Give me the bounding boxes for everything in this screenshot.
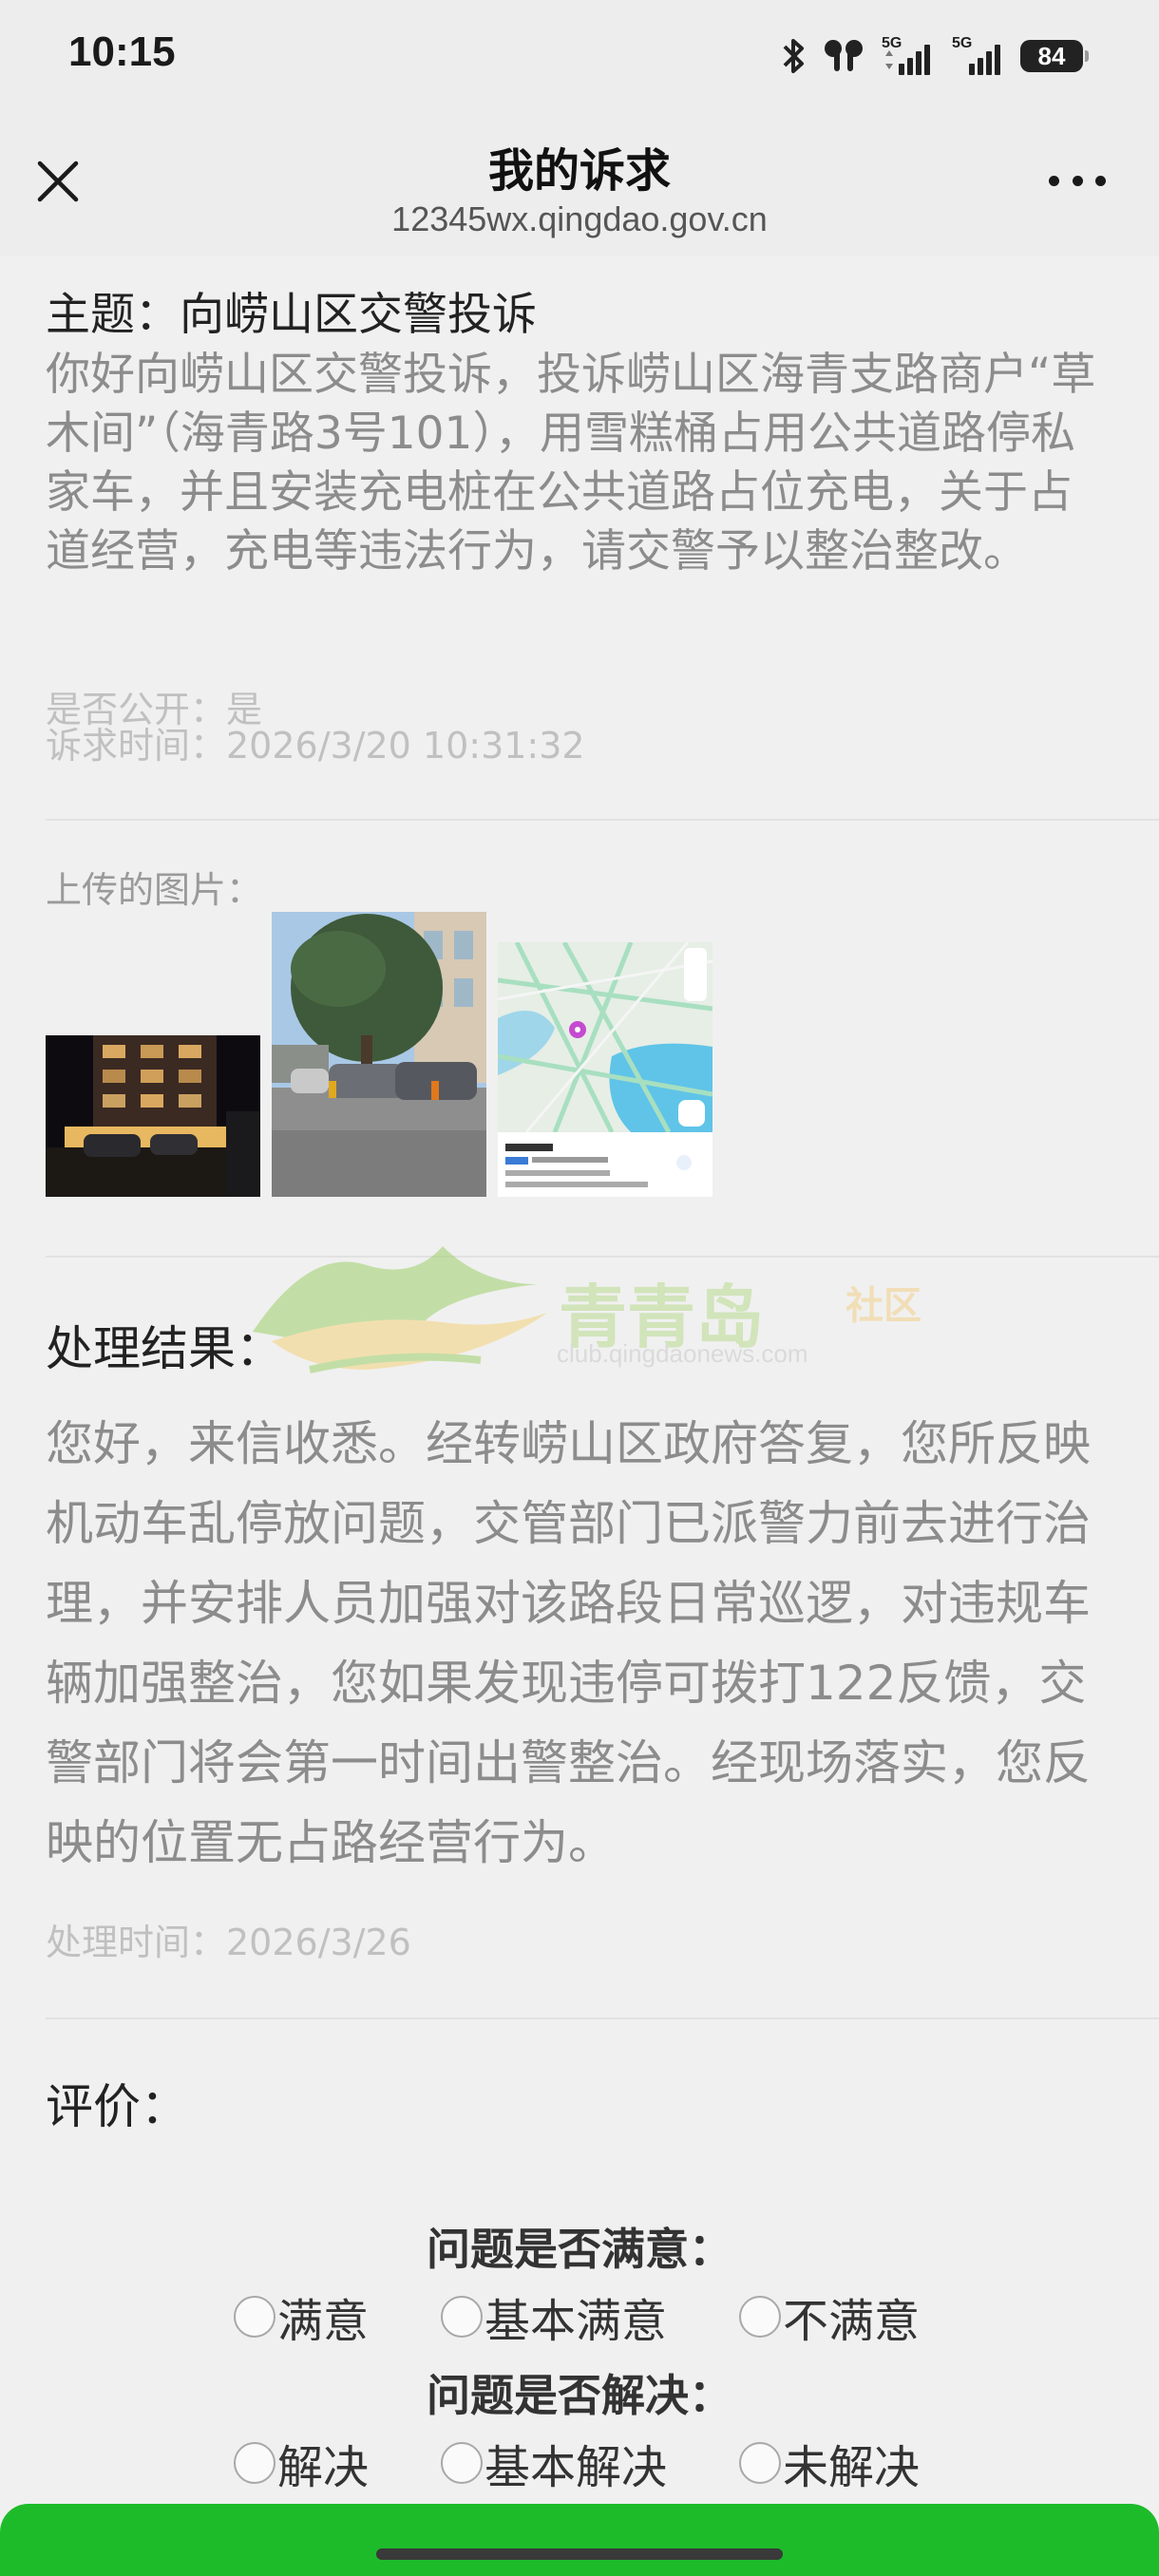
status-time: 10:15 <box>68 28 176 75</box>
watermark-logo: 青青岛 社区 club.qingdaonews.com <box>253 1227 937 1398</box>
complaint-subject: 主题：向崂山区交警投诉 <box>46 289 537 341</box>
radio-circle[interactable] <box>739 2442 781 2484</box>
complaint-body: 你好向崂山区交警投诉，投诉崂山区海青支路商户“草木间”（海青路3号101），用雪… <box>46 349 1096 578</box>
bluetooth-icon <box>781 37 808 75</box>
submit-button[interactable] <box>0 2504 1159 2576</box>
result-time: 处理时间：2026/3/26 <box>46 1922 411 1963</box>
radio-label: 基本满意 <box>484 2295 668 2348</box>
signal-icon: 5G <box>950 35 1005 77</box>
evaluation-title: 评价： <box>46 2079 188 2134</box>
radio-unsatisfied[interactable]: 不满意 <box>739 2283 920 2350</box>
radio-label: 基本解决 <box>484 2441 668 2494</box>
satisfaction-question: 问题是否满意： <box>427 2224 732 2275</box>
home-indicator[interactable] <box>376 2548 783 2560</box>
more-icon[interactable] <box>1049 171 1106 190</box>
radio-circle[interactable] <box>441 2296 483 2338</box>
watermark-url: club.qingdaonews.com <box>557 1339 808 1368</box>
battery-icon: 84 <box>1020 40 1089 72</box>
result-body: 您好，来信收悉。经转崂山区政府答复，您所反映机动车乱停放问题，交管部门已派警力前… <box>46 1416 1091 1870</box>
radio-circle[interactable] <box>739 2296 781 2338</box>
radio-circle[interactable] <box>234 2442 276 2484</box>
signal-icon: 5G <box>880 35 935 77</box>
network-label-2: 5G <box>952 35 972 51</box>
divider <box>46 2017 1159 2019</box>
uploaded-image-2[interactable] <box>272 912 486 1197</box>
page-title: 我的诉求 <box>487 144 671 198</box>
radio-unresolved[interactable]: 未解决 <box>739 2430 920 2496</box>
radio-label: 满意 <box>277 2295 370 2348</box>
page-url: 12345wx.qingdao.gov.cn <box>391 199 768 238</box>
result-title: 处理结果： <box>46 1321 283 1376</box>
radio-label: 未解决 <box>783 2441 921 2494</box>
images-label: 上传的图片： <box>46 869 263 911</box>
radio-basically-satisfied[interactable]: 基本满意 <box>441 2283 667 2350</box>
radio-resolved[interactable]: 解决 <box>234 2430 369 2496</box>
watermark-brand: 青青岛 <box>559 1278 765 1357</box>
uploaded-image-1[interactable] <box>46 1035 260 1197</box>
divider <box>46 1256 1159 1258</box>
radio-circle[interactable] <box>441 2442 483 2484</box>
uploaded-image-3[interactable] <box>498 942 712 1197</box>
radio-label: 不满意 <box>783 2295 921 2348</box>
network-label-1: 5G <box>882 35 902 51</box>
watermark-sub: 社区 <box>846 1284 922 1328</box>
earbuds-icon <box>823 37 864 75</box>
complaint-time: 诉求时间：2026/3/20 10:31:32 <box>46 725 585 767</box>
radio-basically-resolved[interactable]: 基本解决 <box>441 2430 667 2496</box>
status-icons: 5G 5G 84 <box>781 32 1089 80</box>
radio-satisfied[interactable]: 满意 <box>234 2283 369 2350</box>
divider <box>46 819 1159 821</box>
radio-label: 解决 <box>277 2441 370 2494</box>
nav-bar: 我的诉求 12345wx.qingdao.gov.cn <box>0 114 1159 256</box>
battery-level: 84 <box>1037 42 1066 70</box>
resolved-question: 问题是否解决： <box>427 2370 732 2421</box>
radio-circle[interactable] <box>234 2296 276 2338</box>
status-bar: 10:15 5G 5G 84 <box>0 0 1159 114</box>
